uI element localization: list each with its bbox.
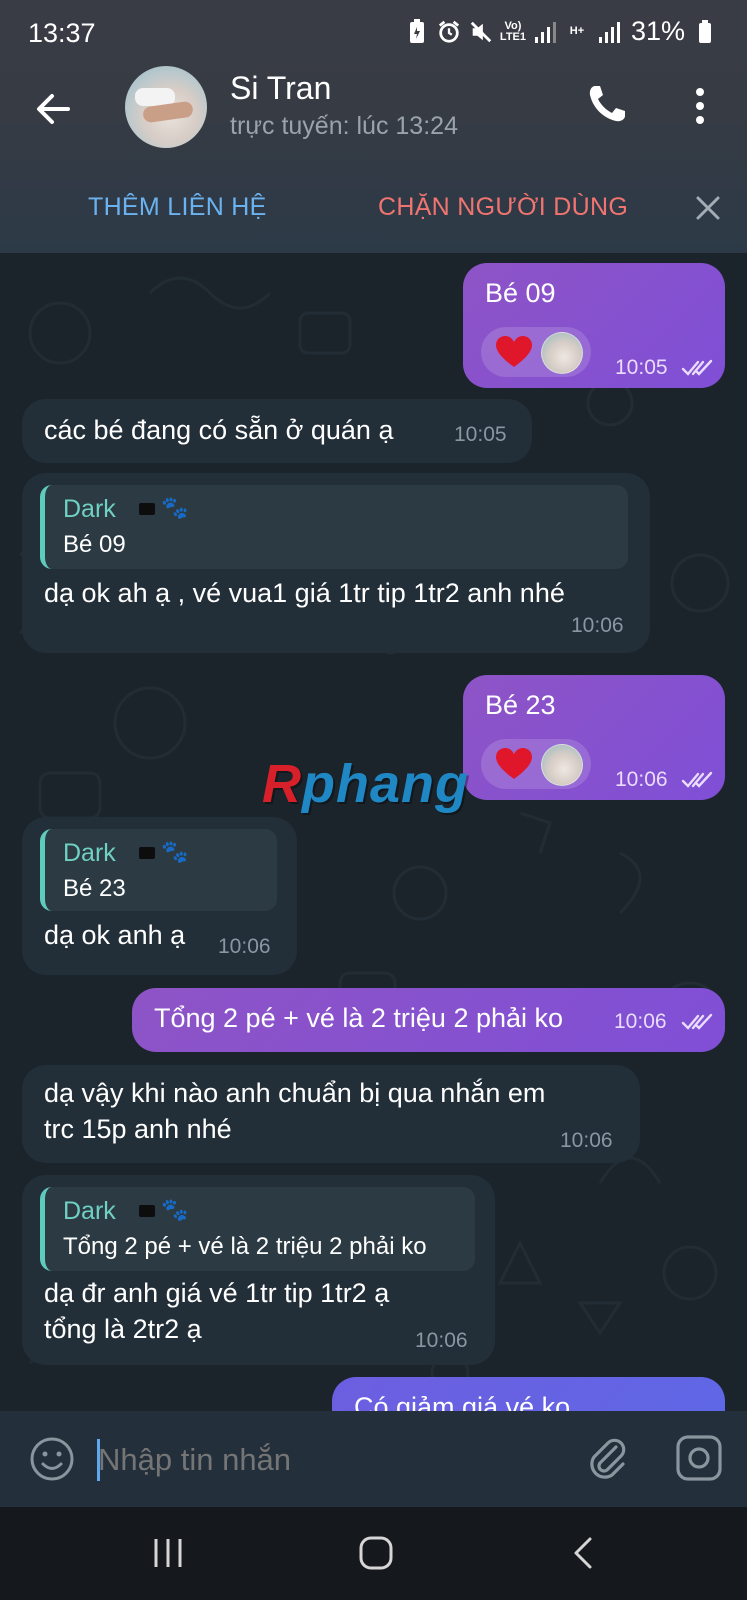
more-vertical-icon[interactable] [684, 84, 716, 128]
reply-preview[interactable]: Dark 🐾 Bé 09 [40, 485, 628, 569]
message-time: 10:05 [615, 356, 668, 379]
reply-sender: Dark [63, 1197, 116, 1225]
message-incoming[interactable]: các bé đang có sẵn ở quán ạ 10:05 [22, 399, 532, 463]
message-time: 10:06 [615, 768, 668, 791]
paperclip-icon[interactable] [583, 1433, 633, 1483]
message-time: 10:06 [614, 1010, 667, 1033]
status-time: 13:37 [28, 18, 96, 48]
contact-status: trực tuyến: lúc 13:24 [230, 112, 458, 140]
message-text: Bé 23 [485, 690, 556, 720]
recent-apps-icon[interactable] [144, 1529, 192, 1577]
message-text-line-2: trc 15p anh nhé [44, 1114, 232, 1144]
message-text: Có giảm giá vé ko [354, 1392, 571, 1411]
paw-icon: 🐾 [161, 839, 189, 864]
system-nav-bar [0, 1507, 747, 1600]
double-check-icon [681, 1013, 713, 1030]
reply-text: Tổng 2 pé + vé là 2 triệu 2 phải ko [63, 1233, 427, 1260]
contact-name[interactable]: Si Tran [230, 70, 331, 107]
message-text: Bé 09 [485, 278, 556, 308]
message-text: các bé đang có sẵn ở quán ạ [44, 415, 394, 445]
message-input[interactable] [98, 1439, 558, 1481]
reply-sender: Dark [63, 839, 116, 867]
paw-icon: 🐾 [161, 495, 189, 520]
message-time: 10:06 [415, 1329, 468, 1352]
sender-badge-icon [139, 847, 155, 859]
watermark: Rphang [262, 754, 469, 814]
message-input-bar [0, 1411, 747, 1507]
home-icon[interactable] [352, 1529, 400, 1577]
status-icons: Vo) LTE1 H+ 31% [405, 16, 717, 47]
reply-text: Bé 23 [63, 875, 126, 902]
back-nav-icon[interactable] [560, 1529, 608, 1577]
volte-bottom: LTE1 [499, 30, 526, 43]
battery-percent: 31% [630, 16, 685, 46]
message-time: 10:06 [560, 1129, 613, 1152]
heart-icon [496, 748, 532, 779]
message-text: dạ ok ah ạ , vé vua1 giá 1tr tip 1tr2 an… [44, 578, 565, 608]
reaction-chip[interactable] [481, 739, 591, 789]
message-outgoing[interactable]: Có giảm giá vé ko [332, 1377, 725, 1411]
sender-badge-icon [139, 503, 155, 515]
message-incoming[interactable]: Dark 🐾 Tổng 2 pé + vé là 2 triệu 2 phải … [22, 1175, 495, 1365]
signal2-icon [597, 17, 621, 47]
mute-icon [469, 17, 493, 47]
message-incoming[interactable]: Dark 🐾 Bé 23 dạ ok anh ạ 10:06 [22, 817, 297, 975]
top-area: 13:37 Vo) LTE1 H+ 31% Si Tran trực tuyến… [0, 0, 747, 253]
double-check-icon [681, 359, 713, 376]
reply-text: Bé 09 [63, 531, 126, 558]
add-contact-button[interactable]: THÊM LIÊN HỆ [88, 193, 267, 222]
message-time: 10:06 [571, 614, 624, 637]
sender-badge-icon [139, 1205, 155, 1217]
reply-sender: Dark [63, 495, 116, 523]
reaction-chip[interactable] [481, 327, 591, 377]
back-arrow-icon[interactable] [30, 84, 80, 134]
paw-icon: 🐾 [161, 1197, 189, 1222]
status-bar: 13:37 Vo) LTE1 H+ 31% [0, 0, 747, 68]
message-time: 10:05 [454, 423, 507, 446]
battery-icon [693, 17, 717, 47]
message-time: 10:06 [218, 935, 271, 958]
block-user-button[interactable]: CHẶN NGƯỜI DÙNG [378, 193, 628, 222]
volte-top: Vo) [504, 19, 522, 32]
close-icon[interactable] [693, 193, 723, 223]
message-incoming[interactable]: dạ vậy khi nào anh chuẩn bị qua nhắn em … [22, 1065, 640, 1163]
message-outgoing[interactable]: Bé 23 10:06 [463, 675, 725, 800]
chat-header: Si Tran trực tuyến: lúc 13:24 [0, 62, 747, 158]
emoji-icon[interactable] [28, 1435, 76, 1483]
chat-area[interactable]: Bé 09 10:05 các bé đang có sẵn ở quán ạ … [0, 253, 747, 1411]
message-outgoing[interactable]: Tổng 2 pé + vé là 2 triệu 2 phải ko 10:0… [132, 988, 725, 1052]
volte-icon: Vo) LTE1 [499, 17, 526, 47]
message-outgoing[interactable]: Bé 09 10:05 [463, 263, 725, 388]
avatar[interactable] [125, 66, 207, 148]
phone-icon[interactable] [585, 82, 629, 126]
reply-preview[interactable]: Dark 🐾 Bé 23 [40, 829, 277, 911]
message-text: dạ ok anh ạ [44, 920, 186, 950]
double-check-icon [681, 771, 713, 788]
message-text-line-1: dạ vậy khi nào anh chuẩn bị qua nhắn em [44, 1078, 546, 1108]
hplus-icon: H+ [569, 25, 585, 37]
signal-icon [533, 17, 557, 47]
contact-action-bar: THÊM LIÊN HỆ CHẶN NGƯỜI DÙNG [0, 175, 747, 235]
camera-icon[interactable] [674, 1433, 724, 1483]
battery-saver-icon [405, 17, 429, 47]
message-text: Tổng 2 pé + vé là 2 triệu 2 phải ko [154, 1003, 564, 1033]
heart-icon [496, 336, 532, 367]
message-text-line-2: tổng là 2tr2 ạ [44, 1314, 202, 1344]
reactor-avatar [541, 744, 583, 786]
message-text-line-1: dạ đr anh giá vé 1tr tip 1tr2 ạ [44, 1278, 390, 1308]
reactor-avatar [541, 332, 583, 374]
reply-preview[interactable]: Dark 🐾 Tổng 2 pé + vé là 2 triệu 2 phải … [40, 1187, 475, 1271]
alarm-icon [437, 17, 461, 47]
message-incoming[interactable]: Dark 🐾 Bé 09 dạ ok ah ạ , vé vua1 giá 1t… [22, 473, 650, 653]
